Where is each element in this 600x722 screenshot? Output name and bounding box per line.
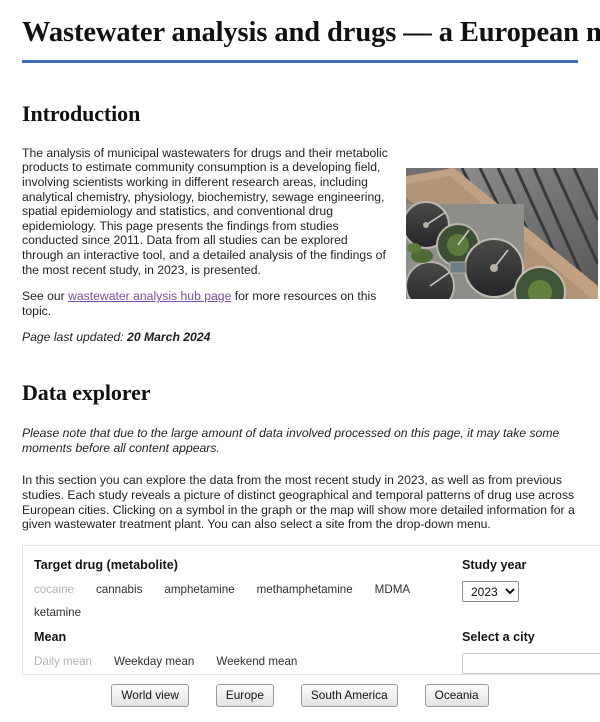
drug-tab-cocaine[interactable]: cocaine	[34, 583, 74, 596]
select-city-group: Select a city	[462, 630, 600, 674]
mean-group: Mean Daily mean Weekday mean Weekend mean	[34, 630, 434, 668]
drug-tab-methamphetamine[interactable]: methamphetamine	[257, 583, 353, 596]
photo-illustration	[406, 168, 598, 299]
controls-grid: Target drug (metabolite) cocaine cannabis…	[34, 558, 600, 674]
drug-tab-mdma[interactable]: MDMA	[375, 583, 410, 596]
mean-label: Mean	[34, 630, 67, 644]
target-drug-tab-list: cocaine cannabis amphetamine methamphetamin…	[34, 583, 434, 619]
view-button-oceania[interactable]: Oceania	[424, 684, 489, 707]
data-explorer-paragraph: In this section you can explore the data…	[22, 473, 575, 532]
controls-panel: Target drug (metabolite) cocaine cannabis…	[22, 545, 600, 675]
mean-tab-list: Daily mean Weekday mean Weekend mean	[34, 655, 434, 668]
wastewater-plant-photo	[406, 168, 598, 299]
mean-tab-weekday-mean[interactable]: Weekday mean	[114, 655, 194, 668]
study-year-select[interactable]: 2023	[462, 581, 519, 602]
select-city-label: Select a city	[462, 630, 535, 644]
mean-tab-daily-mean[interactable]: Daily mean	[34, 655, 92, 668]
select-city-input[interactable]	[462, 653, 600, 674]
data-explorer-heading: Data explorer	[22, 380, 151, 406]
drug-tab-amphetamine[interactable]: amphetamine	[164, 583, 234, 596]
hub-page-sentence: See our wastewater analysis hub page for…	[22, 289, 390, 318]
drug-tab-cannabis[interactable]: cannabis	[96, 583, 142, 596]
study-year-group: Study year 2023	[462, 558, 600, 602]
wastewater-analysis-hub-link[interactable]: wastewater analysis hub page	[68, 289, 231, 303]
view-button-world-view[interactable]: World view	[111, 684, 189, 707]
study-year-label: Study year	[462, 558, 527, 572]
data-explorer-note: Please note that due to the large amount…	[22, 426, 560, 455]
page-last-updated-label: Page last updated:	[22, 330, 124, 345]
page-last-updated-date: 20 March 2024	[127, 330, 211, 345]
page-root: Wastewater analysis and drugs — a Europe…	[0, 0, 600, 722]
introduction-heading: Introduction	[22, 100, 141, 126]
view-button-europe[interactable]: Europe	[215, 684, 274, 707]
page-last-updated: Page last updated: 20 March 2024	[22, 330, 390, 344]
drug-tab-ketamine[interactable]: ketamine	[34, 606, 81, 619]
hub-sentence-prefix: See our	[22, 289, 69, 304]
introduction-paragraph: The analysis of municipal wastewaters fo…	[22, 145, 388, 277]
view-button-row: World view Europe South America Oceania	[0, 684, 600, 707]
page-title: Wastewater analysis and drugs — a Europe…	[22, 17, 600, 48]
introduction-text-column: The analysis of municipal wastewaters fo…	[22, 127, 390, 345]
mean-tab-weekend-mean[interactable]: Weekend mean	[216, 655, 297, 668]
view-button-south-america[interactable]: South America	[300, 684, 398, 707]
